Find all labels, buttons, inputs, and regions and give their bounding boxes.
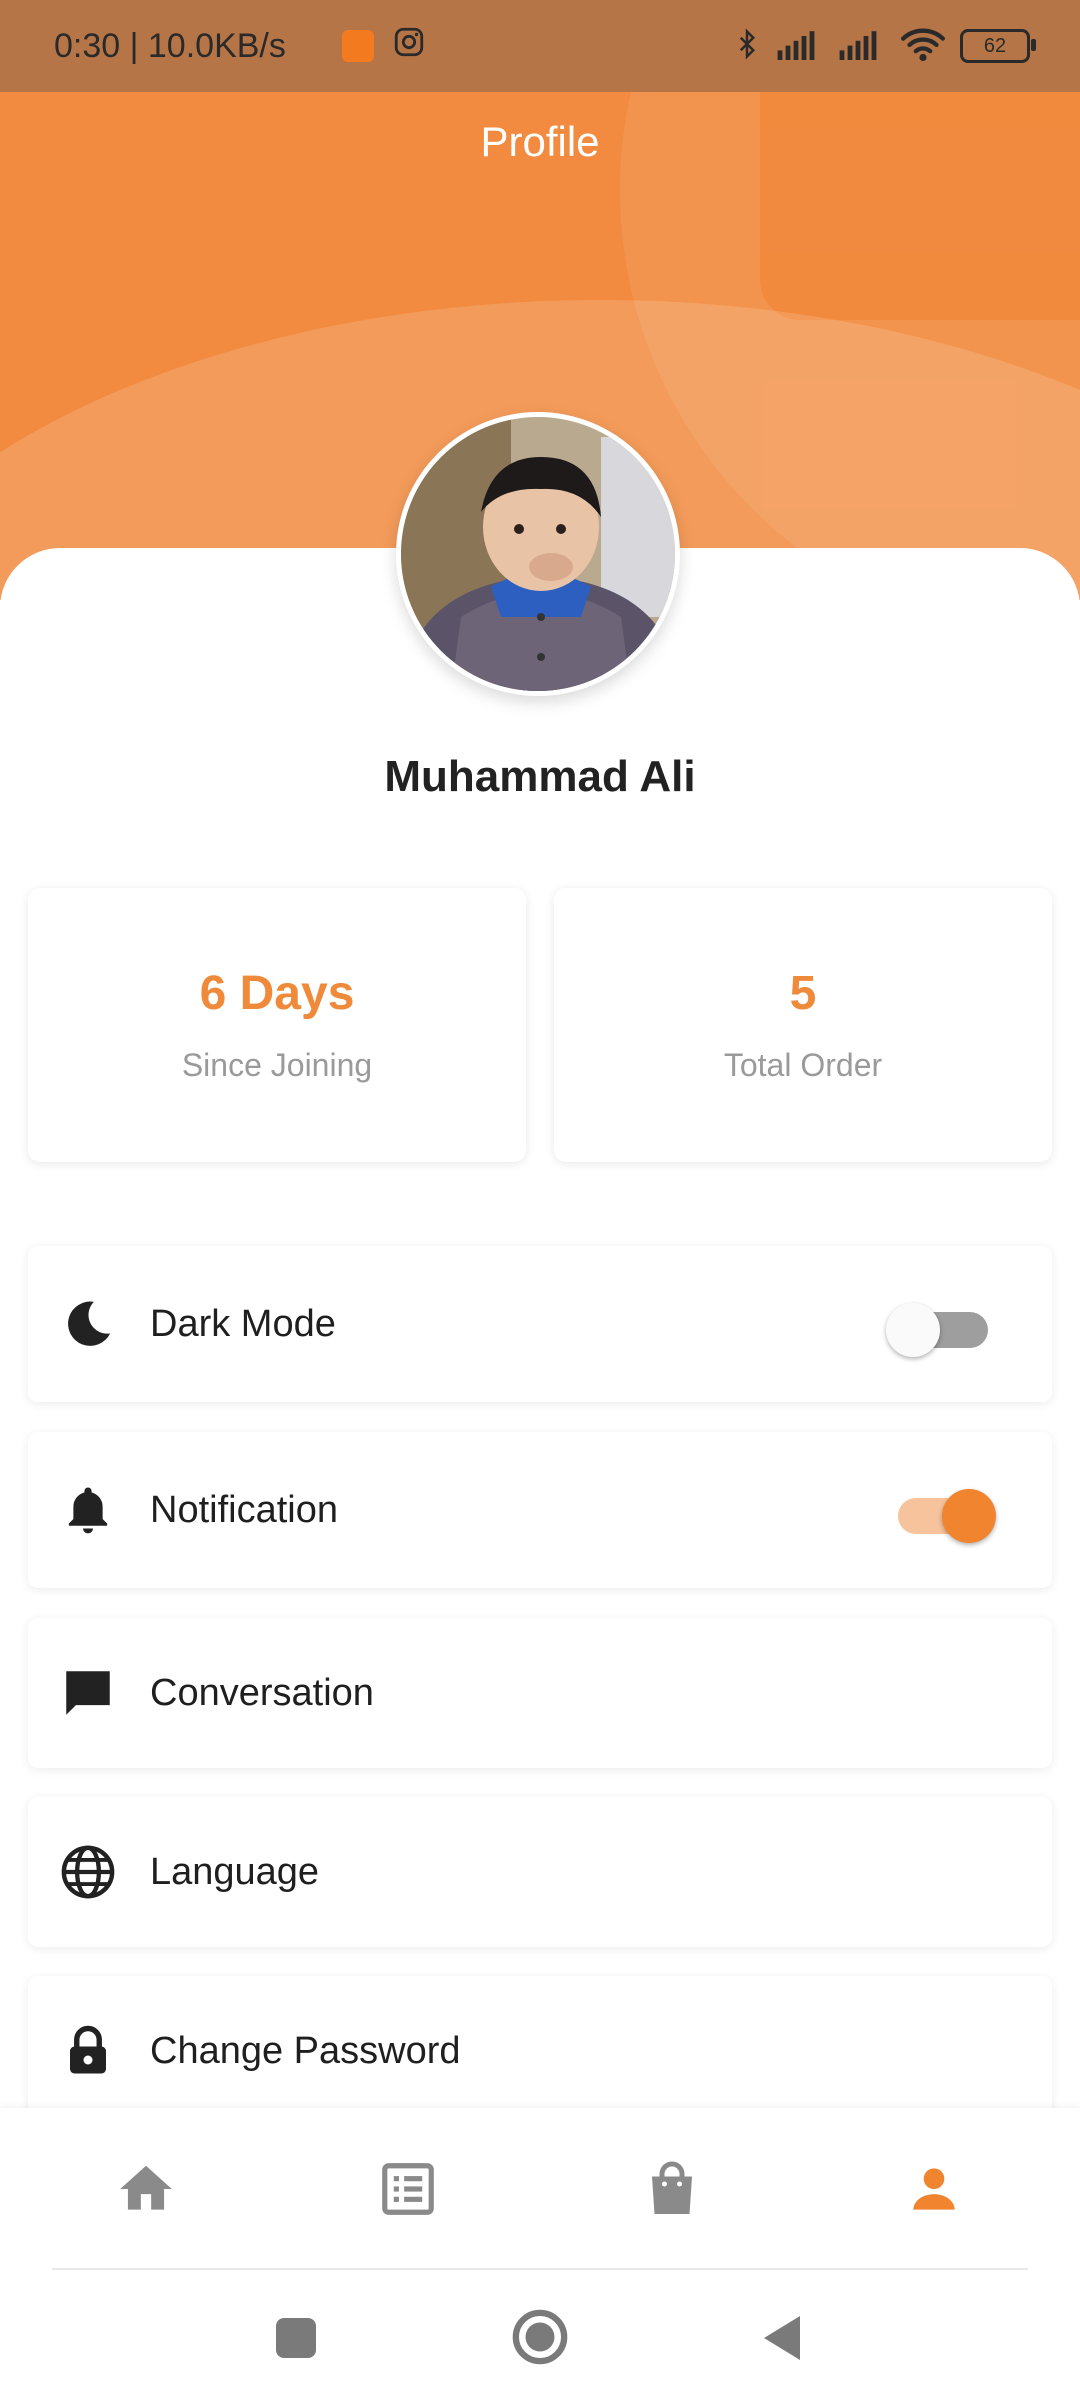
toggle-knob bbox=[886, 1303, 940, 1357]
status-bar: 0:30 | 10.0KB/s 62 bbox=[0, 0, 1080, 92]
stat-value: 6 Days bbox=[199, 967, 355, 1020]
wifi-icon bbox=[900, 26, 946, 67]
page-title: Profile bbox=[480, 118, 600, 165]
stat-label: Total Order bbox=[723, 1047, 883, 1083]
setting-label: Language bbox=[150, 1850, 320, 1893]
moon-icon bbox=[58, 1294, 118, 1354]
toggle-knob bbox=[942, 1489, 996, 1543]
signal-icon bbox=[776, 28, 824, 65]
user-name: Muhammad Ali bbox=[384, 752, 696, 801]
dark-mode-toggle[interactable] bbox=[886, 1299, 996, 1357]
setting-label: Conversation bbox=[150, 1671, 374, 1714]
setting-label: Dark Mode bbox=[150, 1302, 336, 1345]
nav-orders[interactable] bbox=[373, 2156, 443, 2226]
stat-value: 5 bbox=[789, 967, 817, 1020]
avatar[interactable] bbox=[396, 412, 680, 696]
system-nav-bar bbox=[0, 2270, 1080, 2400]
notification-toggle[interactable] bbox=[886, 1485, 996, 1543]
chat-icon bbox=[58, 1663, 118, 1723]
setting-language[interactable]: Language bbox=[28, 1797, 1052, 1947]
profile-icon bbox=[903, 2158, 965, 2225]
instagram-icon bbox=[392, 25, 426, 68]
setting-dark-mode: Dark Mode bbox=[28, 1246, 1052, 1402]
app-notification-icon bbox=[341, 30, 374, 62]
bottom-nav bbox=[0, 2108, 1080, 2270]
signal-icon bbox=[838, 28, 886, 65]
stat-card-since-joining: 6 Days Since Joining bbox=[28, 888, 526, 1162]
orders-list-icon bbox=[377, 2158, 439, 2225]
battery-indicator: 62 bbox=[960, 29, 1036, 63]
nav-bag[interactable] bbox=[637, 2156, 707, 2226]
bell-icon bbox=[58, 1480, 118, 1540]
status-left: 0:30 | 10.0KB/s bbox=[54, 0, 426, 92]
avatar-photo bbox=[401, 417, 675, 691]
setting-change-password[interactable]: Change Password bbox=[28, 1976, 1052, 2126]
stat-card-total-order: 5 Total Order bbox=[554, 888, 1052, 1162]
setting-label: Notification bbox=[150, 1488, 338, 1531]
nav-profile[interactable] bbox=[899, 2156, 969, 2226]
setting-notification: Notification bbox=[28, 1432, 1052, 1588]
recents-button[interactable] bbox=[276, 2318, 316, 2363]
status-right: 62 bbox=[732, 0, 1036, 92]
bluetooth-icon bbox=[732, 24, 762, 69]
home-icon bbox=[115, 2158, 177, 2225]
setting-label: Change Password bbox=[150, 2029, 461, 2072]
stat-label: Since Joining bbox=[181, 1047, 373, 1083]
status-time-speed: 0:30 | 10.0KB/s bbox=[54, 26, 286, 65]
setting-conversation[interactable]: Conversation bbox=[28, 1618, 1052, 1768]
nav-home[interactable] bbox=[111, 2156, 181, 2226]
globe-icon bbox=[58, 1842, 118, 1902]
shopping-bag-icon bbox=[642, 2158, 702, 2225]
back-button[interactable] bbox=[760, 2314, 804, 2367]
lock-icon bbox=[58, 2021, 118, 2081]
home-button[interactable] bbox=[511, 2308, 569, 2371]
